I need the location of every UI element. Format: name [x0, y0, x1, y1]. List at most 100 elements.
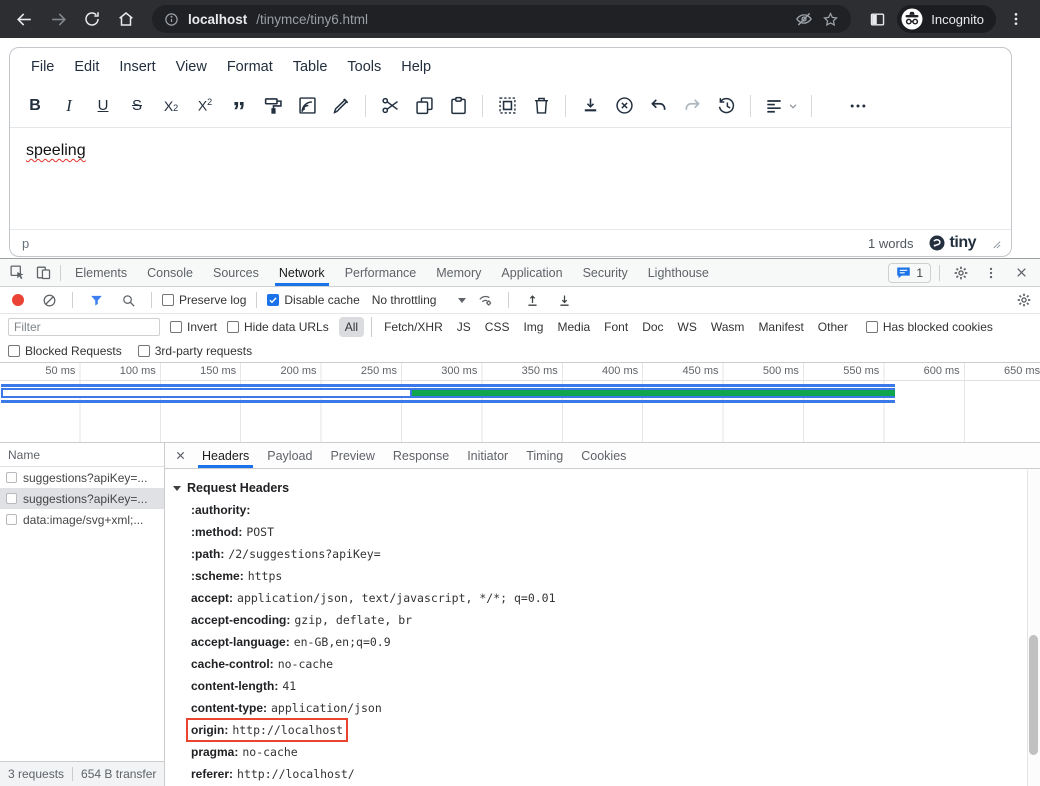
reload-button[interactable]: [78, 5, 106, 33]
device-toolbar-button[interactable]: [30, 261, 56, 285]
network-settings-button[interactable]: [1016, 292, 1032, 308]
select-all-button[interactable]: [490, 89, 524, 123]
copy-button[interactable]: [407, 89, 441, 123]
permanent-pen-button[interactable]: [324, 89, 358, 123]
issues-counter[interactable]: 1: [888, 263, 931, 283]
network-search-button[interactable]: [115, 288, 141, 312]
profile-chip[interactable]: Incognito: [897, 5, 996, 33]
export-button[interactable]: [573, 89, 607, 123]
devtools-tab[interactable]: Lighthouse: [638, 259, 719, 286]
bold-button[interactable]: B: [18, 89, 52, 123]
details-tab[interactable]: Headers: [193, 443, 258, 468]
eye-off-icon[interactable]: [795, 10, 813, 28]
clear-button[interactable]: [36, 288, 62, 312]
devtools-tab[interactable]: Network: [269, 259, 335, 286]
preserve-log-control[interactable]: Preserve log: [162, 293, 246, 307]
home-button[interactable]: [112, 5, 140, 33]
devtools-tab[interactable]: Performance: [335, 259, 427, 286]
disable-cache-control[interactable]: Disable cache: [267, 293, 359, 307]
word-count[interactable]: 1 words: [868, 236, 914, 251]
devtools-tab[interactable]: Application: [491, 259, 572, 286]
align-button[interactable]: [758, 89, 804, 123]
element-path[interactable]: p: [22, 236, 854, 251]
devtools-tab[interactable]: Security: [573, 259, 638, 286]
editor-menu-item[interactable]: View: [167, 54, 216, 80]
details-tab[interactable]: Preview: [321, 443, 383, 468]
info-icon[interactable]: [164, 12, 179, 27]
editor-menu-item[interactable]: Format: [218, 54, 282, 80]
superscript-button[interactable]: X2: [188, 89, 222, 123]
details-tab[interactable]: Payload: [258, 443, 321, 468]
hide-data-urls-control[interactable]: Hide data URLs: [227, 320, 329, 334]
details-tab[interactable]: Initiator: [458, 443, 517, 468]
undo-button[interactable]: [641, 89, 675, 123]
has-blocked-cookies-checkbox[interactable]: [866, 321, 878, 333]
more-button[interactable]: [841, 89, 875, 123]
request-list-header[interactable]: Name: [0, 443, 164, 467]
request-row[interactable]: suggestions?apiKey=...: [0, 488, 164, 509]
blocked-requests-checkbox[interactable]: [8, 345, 20, 357]
tiny-branding[interactable]: tiny: [928, 234, 976, 252]
editor-menu-item[interactable]: File: [22, 54, 63, 80]
misspelled-word[interactable]: speeling: [26, 142, 86, 159]
delete-button[interactable]: [524, 89, 558, 123]
request-headers-section[interactable]: Request Headers: [173, 477, 1040, 499]
editor-menu-item[interactable]: Tools: [338, 54, 390, 80]
invert-control[interactable]: Invert: [170, 320, 217, 334]
devtools-settings-button[interactable]: [948, 261, 974, 285]
editor-menu-item[interactable]: Edit: [65, 54, 108, 80]
resource-type-chip[interactable]: Font: [598, 317, 634, 337]
devtools-menu-button[interactable]: [978, 261, 1004, 285]
italic-button[interactable]: I: [52, 89, 86, 123]
editor-menu-item[interactable]: Table: [284, 54, 337, 80]
cut-button[interactable]: [373, 89, 407, 123]
underline-button[interactable]: U: [86, 89, 120, 123]
preserve-log-checkbox[interactable]: [162, 294, 174, 306]
side-panel-button[interactable]: [863, 5, 891, 33]
devtools-tab[interactable]: Memory: [426, 259, 491, 286]
devtools-tab[interactable]: Console: [137, 259, 203, 286]
disable-cache-checkbox[interactable]: [267, 294, 279, 306]
throttling-select[interactable]: No throttling: [372, 293, 467, 307]
request-row[interactable]: suggestions?apiKey=...: [0, 467, 164, 488]
browser-menu-button[interactable]: [1002, 5, 1030, 33]
paste-button[interactable]: [441, 89, 475, 123]
third-party-control[interactable]: 3rd-party requests: [138, 344, 252, 358]
devtools-tab[interactable]: Elements: [65, 259, 137, 286]
resource-type-chip[interactable]: CSS: [479, 317, 516, 337]
editor-content[interactable]: speeling: [10, 128, 1011, 229]
record-button[interactable]: [12, 294, 24, 306]
resource-type-chip[interactable]: Manifest: [752, 317, 809, 337]
redo-button[interactable]: [675, 89, 709, 123]
resize-handle-icon[interactable]: [990, 238, 1001, 249]
forward-button[interactable]: [44, 5, 72, 33]
strikethrough-button[interactable]: S: [120, 89, 154, 123]
address-bar[interactable]: localhost/tinymce/tiny6.html: [152, 5, 851, 33]
inspect-element-button[interactable]: [4, 261, 30, 285]
subscript-button[interactable]: X2: [154, 89, 188, 123]
editor-menu-item[interactable]: Help: [392, 54, 440, 80]
restore-draft-button[interactable]: [709, 89, 743, 123]
details-close-button[interactable]: [169, 445, 191, 467]
details-scrollbar[interactable]: [1027, 470, 1040, 786]
details-tab[interactable]: Timing: [517, 443, 572, 468]
network-overview[interactable]: 50 ms100 ms150 ms200 ms250 ms300 ms350 m…: [0, 363, 1040, 443]
resource-type-chip[interactable]: JS: [451, 317, 477, 337]
has-blocked-cookies-control[interactable]: Has blocked cookies: [866, 320, 993, 334]
back-button[interactable]: [10, 5, 38, 33]
resource-type-chip[interactable]: Wasm: [705, 317, 751, 337]
format-painter-button[interactable]: [256, 89, 290, 123]
editor-menu-item[interactable]: Insert: [110, 54, 164, 80]
resource-type-chip[interactable]: All: [339, 317, 364, 337]
blocked-requests-control[interactable]: Blocked Requests: [8, 344, 122, 358]
network-conditions-button[interactable]: [472, 288, 498, 312]
filter-input[interactable]: [8, 318, 160, 336]
filter-toggle-button[interactable]: [83, 288, 109, 312]
request-row[interactable]: data:image/svg+xml;...: [0, 509, 164, 530]
resource-type-chip[interactable]: WS: [672, 317, 703, 337]
devtools-close-button[interactable]: [1008, 261, 1034, 285]
export-har-button[interactable]: [551, 288, 577, 312]
resource-type-chip[interactable]: Media: [551, 317, 596, 337]
cancel-button[interactable]: [607, 89, 641, 123]
resource-type-chip[interactable]: Fetch/XHR: [371, 317, 449, 337]
